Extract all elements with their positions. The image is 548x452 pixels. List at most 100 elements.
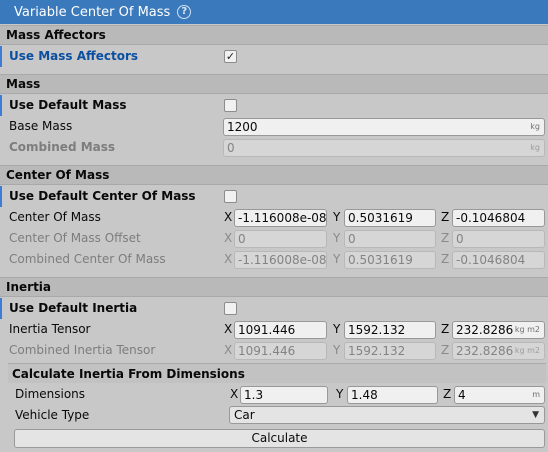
field-value: 0 [456,232,464,246]
base-mass-label: Base Mass [9,119,73,133]
use-default-mass-row: Use Default Mass [0,95,548,116]
x-axis-label: X [230,387,239,401]
center-of-mass-x-field[interactable]: -1.116008e-08 [234,209,327,227]
field-value: 0.5031619 [348,211,413,225]
base-mass-field[interactable]: 1200 kg [223,118,545,136]
z-axis-label: Z [441,252,450,266]
inertia-tensor-x-field[interactable]: 1091.446 [234,321,327,339]
center-of-mass-y-field[interactable]: 0.5031619 [344,209,436,227]
section-title: Mass Affectors [6,28,106,42]
section-title: Center Of Mass [6,168,110,182]
override-indicator [0,298,2,319]
x-axis-label: X [224,252,233,266]
com-offset-y-field: 0 [344,230,436,248]
combined-com-y-field: 0.5031619 [344,251,436,269]
com-offset-z-field: 0 [452,230,545,248]
use-default-com-row: Use Default Center Of Mass [0,186,548,207]
use-mass-affectors-row: Use Mass Affectors ✓ [0,46,548,67]
field-value: 4 [458,388,466,402]
z-axis-label: Z [443,387,452,401]
field-value: 0 [348,232,356,246]
unit-label: kg [530,122,540,131]
override-indicator [0,95,2,116]
field-value: 0.5031619 [348,253,413,267]
base-mass-value: 1200 [227,120,258,134]
section-header-center-of-mass[interactable]: Center Of Mass [0,165,548,185]
field-value: -0.1046804 [456,253,526,267]
base-mass-row: Base Mass 1200 kg [0,116,548,137]
vehicle-type-dropdown[interactable]: Car ▼ [229,406,545,424]
section-header-mass-affectors[interactable]: Mass Affectors [0,25,548,45]
section-header-inertia[interactable]: Inertia [0,277,548,297]
unit-label: kg m2 [514,346,540,355]
x-axis-label: X [224,231,233,245]
combined-inertia-x-field: 1091.446 [234,342,327,360]
combined-com-z-field: -0.1046804 [452,251,545,269]
component-title-bar[interactable]: Variable Center Of Mass ? [0,0,548,24]
vehicle-type-row: Vehicle Type Car ▼ [0,405,548,426]
use-default-inertia-row: Use Default Inertia [0,298,548,319]
x-axis-label: X [224,322,233,336]
combined-center-of-mass-row: Combined Center Of Mass X -1.116008e-08 … [0,249,548,270]
unit-label: m [532,390,540,399]
dimensions-row: Dimensions X 1.3 Y 1.48 Z 4 m [0,384,548,405]
dimensions-y-field[interactable]: 1.48 [347,386,438,404]
y-axis-label: Y [333,322,341,336]
field-value: 1.3 [244,388,264,402]
combined-inertia-y-field: 1592.132 [344,342,436,360]
use-default-inertia-label: Use Default Inertia [9,301,138,315]
y-axis-label: Y [336,387,344,401]
inertia-tensor-y-field[interactable]: 1592.132 [344,321,436,339]
component-title: Variable Center Of Mass [14,4,171,20]
use-default-mass-checkbox[interactable] [224,99,237,112]
combined-mass-field: 0 kg [223,139,545,157]
section-title: Inertia [6,280,52,294]
section-header-calculate-inertia[interactable]: Calculate Inertia From Dimensions [8,363,546,383]
combined-inertia-tensor-label: Combined Inertia Tensor [9,343,156,357]
field-value: 1592.132 [348,344,406,358]
field-value: 1091.446 [238,323,296,337]
combined-inertia-tensor-row: Combined Inertia Tensor X 1091.446 Y 159… [0,340,548,361]
z-axis-label: Z [441,231,450,245]
section-title: Mass [6,77,41,91]
combined-mass-label: Combined Mass [9,140,116,154]
field-value: -1.116008e-08 [238,211,327,225]
combined-inertia-z-field: 232.8286 kg m2 [452,342,545,360]
inertia-tensor-z-field[interactable]: 232.8286 kg m2 [452,321,545,339]
y-axis-label: Y [333,343,341,357]
chevron-down-icon: ▼ [532,410,539,420]
com-offset-x-field: 0 [234,230,327,248]
combined-mass-value: 0 [227,141,235,155]
combined-com-x-field: -1.116008e-08 [234,251,327,269]
unit-label: kg [530,143,540,152]
checkmark-icon: ✓ [225,50,236,63]
override-indicator [0,186,2,207]
inertia-tensor-row: Inertia Tensor X 1091.446 Y 1592.132 Z 2… [0,319,548,340]
section-title: Calculate Inertia From Dimensions [12,366,245,381]
section-header-mass[interactable]: Mass [0,74,548,94]
field-value: 232.8286 [456,344,514,358]
center-of-mass-offset-row: Center Of Mass Offset X 0 Y 0 Z 0 [0,228,548,249]
z-axis-label: Z [441,322,450,336]
dimensions-label: Dimensions [15,387,86,401]
use-mass-affectors-checkbox[interactable]: ✓ [224,50,237,63]
calculate-button[interactable]: Calculate [14,429,545,448]
inertia-tensor-label: Inertia Tensor [9,322,91,336]
field-value: 1592.132 [348,323,406,337]
center-of-mass-z-field[interactable]: -0.1046804 [452,209,545,227]
use-default-com-label: Use Default Center Of Mass [9,189,196,203]
use-default-com-checkbox[interactable] [224,190,237,203]
field-value: 232.8286 [456,323,514,337]
center-of-mass-label: Center Of Mass [9,210,101,224]
use-default-inertia-checkbox[interactable] [224,302,237,315]
dimensions-z-field[interactable]: 4 m [454,386,545,404]
field-value: 0 [238,232,246,246]
dimensions-x-field[interactable]: 1.3 [240,386,328,404]
combined-mass-row: Combined Mass 0 kg [0,137,548,158]
help-circle-icon[interactable]: ? [177,5,192,19]
x-axis-label: X [224,343,233,357]
field-value: 1091.446 [238,344,296,358]
field-value: 1.48 [351,388,378,402]
center-of-mass-offset-label: Center Of Mass Offset [9,231,141,245]
override-indicator [0,46,2,67]
